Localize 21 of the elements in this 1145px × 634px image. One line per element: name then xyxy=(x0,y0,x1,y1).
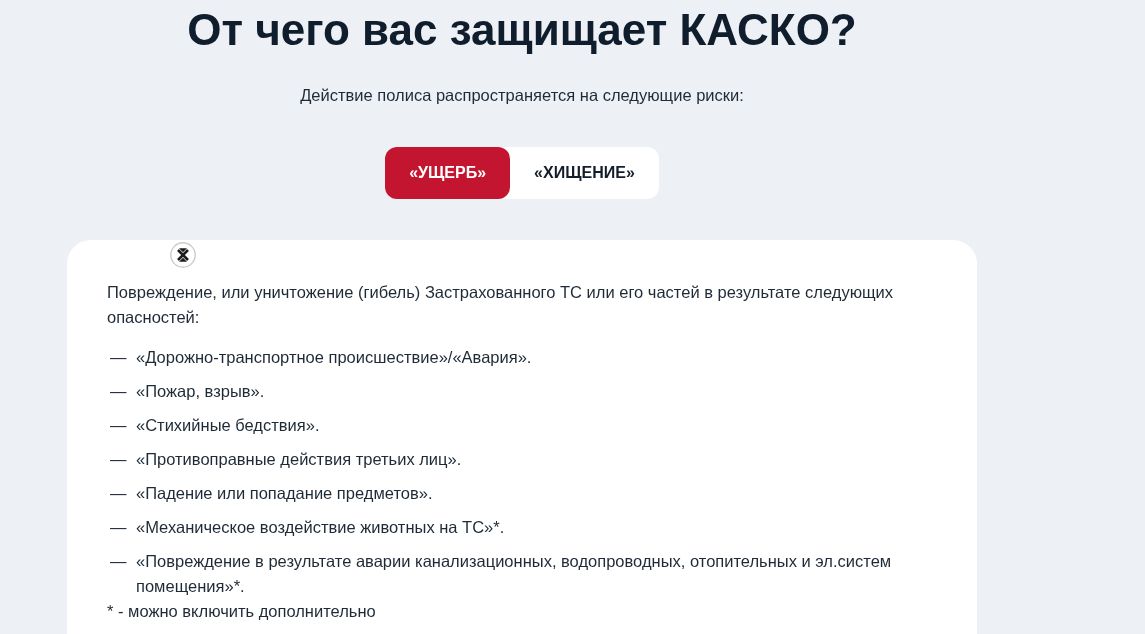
tab[interactable]: «УЩЕРБ» xyxy=(385,147,511,199)
tab[interactable]: «ХИЩЕНИЕ» xyxy=(510,147,659,199)
list-dash: — xyxy=(109,347,128,368)
intro-text: Повреждение, или уничтожение (гибель) Застрахованного ТС или его частей в результате следующих опасностей: xyxy=(107,282,895,328)
risk-item: «Повреждение в результате аварии канализационных, водопроводных, отопительных и эл.систем помещения»*. xyxy=(136,551,893,597)
risk-item: «Дорожно-транспортное происшествие»/«Авария». xyxy=(136,347,532,368)
subtitle-text: Действие полиса распространяется на следующие риски: xyxy=(300,85,744,106)
risk-item: «Механическое воздействие животных на ТС»*. xyxy=(136,517,505,538)
list-dash: — xyxy=(109,551,128,572)
risk-item: «Стихийные бедствия». xyxy=(136,415,320,436)
section-heading: От чего вас защищает КАСКО? xyxy=(187,4,857,56)
footnote-text: * - можно включить дополнительно xyxy=(107,601,376,622)
close-icon[interactable] xyxy=(170,242,196,268)
list-dash: — xyxy=(109,483,128,504)
list-dash: — xyxy=(109,381,128,402)
list-dash: — xyxy=(109,517,128,538)
list-dash: — xyxy=(109,449,128,470)
list-dash: — xyxy=(109,415,128,436)
risk-item: «Пожар, взрыв». xyxy=(136,381,265,402)
risk-item: «Противоправные действия третьих лиц». xyxy=(136,449,462,470)
risk-item: «Падение или попадание предметов». xyxy=(136,483,433,504)
